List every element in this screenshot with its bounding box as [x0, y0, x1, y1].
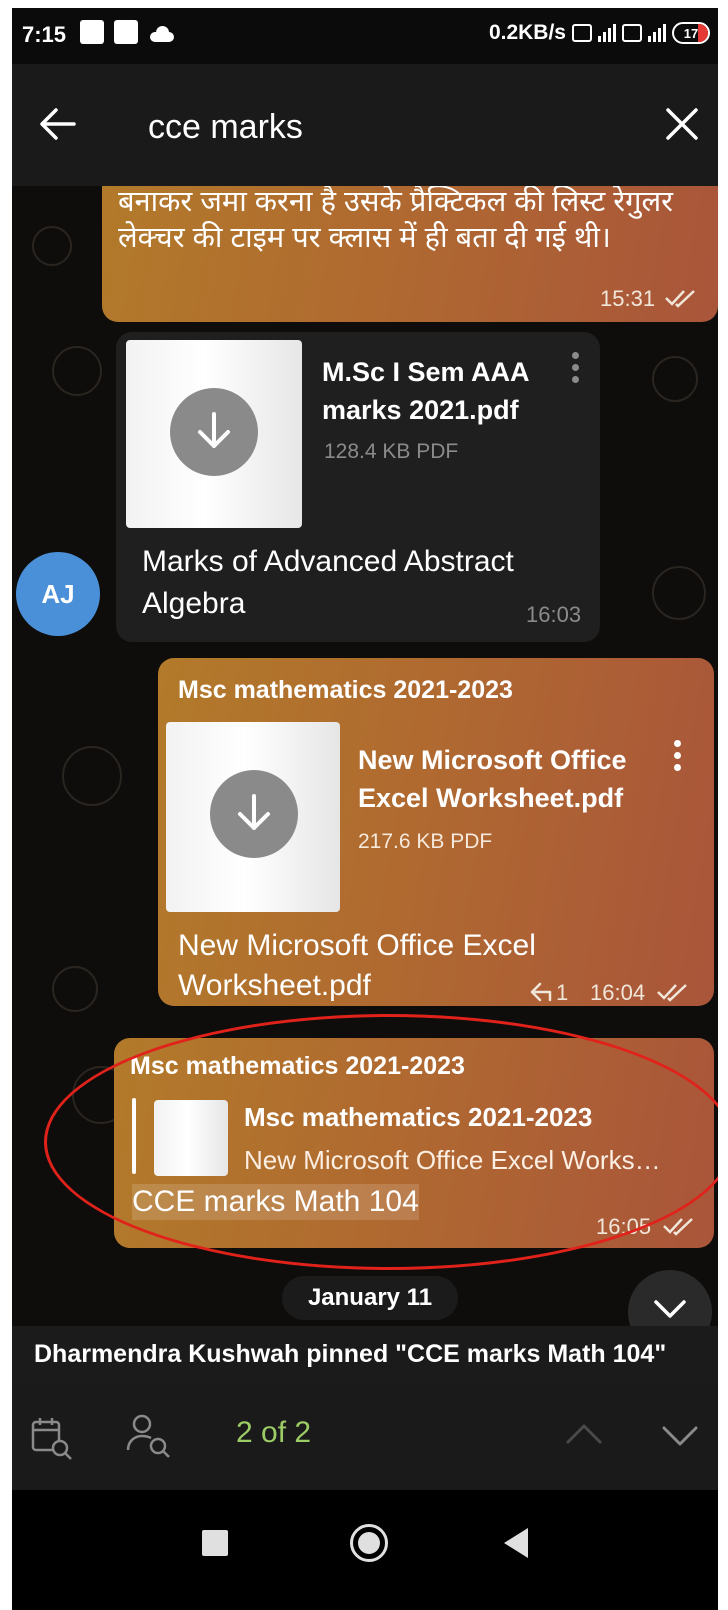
file-name: New Microsoft Office — [358, 745, 627, 775]
download-arrow-icon — [198, 412, 230, 448]
calendar-search-icon[interactable] — [30, 1416, 74, 1460]
chevron-up-icon[interactable] — [564, 1420, 604, 1448]
app-notification-icon — [114, 20, 138, 44]
download-button[interactable] — [210, 770, 298, 858]
recents-button[interactable] — [202, 1530, 228, 1556]
file-name: Excel Worksheet.pdf — [358, 783, 624, 813]
message-caption: Worksheet.pdf — [178, 969, 371, 1002]
chevron-down-icon[interactable] — [660, 1422, 700, 1450]
more-options-icon[interactable] — [572, 352, 580, 388]
navigation-bar — [12, 1490, 718, 1610]
file-name: M.Sc I Sem AAA — [322, 357, 530, 387]
more-options-icon[interactable] — [674, 740, 682, 776]
message-bubble-outgoing[interactable]: Msc mathematics 2021-2023 New Microsoft … — [158, 658, 714, 1006]
status-right-icons: 0.2KB/s 17 — [489, 21, 710, 45]
app-notification-icon — [80, 20, 104, 44]
file-size: 128.4 KB PDF — [324, 440, 459, 463]
signal-4g-icon — [648, 24, 666, 42]
back-button[interactable] — [504, 1528, 528, 1558]
status-time: 7:15 — [22, 22, 67, 47]
download-arrow-icon — [238, 794, 270, 830]
message-text: बनाकर जमा करना है उसके प्रैक्टिकल की लिस… — [118, 186, 673, 254]
status-left-icons — [80, 20, 176, 44]
background-doodle — [52, 966, 98, 1012]
reply-arrow-icon — [530, 982, 552, 1002]
close-icon[interactable] — [660, 102, 704, 146]
download-button[interactable] — [170, 388, 258, 476]
file-thumbnail[interactable] — [126, 340, 302, 528]
status-bar: 7:15 0.2KB/s 17 — [12, 8, 718, 64]
search-result-counter: 2 of 2 — [236, 1416, 312, 1449]
sender-name: Msc mathematics 2021-2023 — [178, 676, 513, 704]
chevron-down-icon — [654, 1300, 686, 1318]
search-header: cce marks — [12, 64, 718, 186]
pinned-notice-text: Dharmendra Kushwah pinned "CCE marks Mat… — [34, 1340, 667, 1368]
arrow-left-icon[interactable] — [38, 104, 78, 144]
cloud-icon — [148, 26, 176, 42]
file-thumbnail[interactable] — [166, 722, 340, 912]
double-check-icon — [665, 290, 695, 308]
double-check-icon — [663, 1218, 693, 1236]
avatar[interactable]: AJ — [16, 552, 100, 636]
double-check-icon — [657, 984, 687, 1002]
user-search-icon[interactable] — [124, 1412, 172, 1460]
background-doodle — [652, 356, 698, 402]
message-caption: New Microsoft Office Excel — [178, 929, 536, 962]
search-query[interactable]: cce marks — [148, 108, 303, 147]
message-bubble-incoming[interactable]: M.Sc I Sem AAA marks 2021.pdf 128.4 KB P… — [116, 332, 600, 642]
network-speed: 0.2KB/s — [488, 21, 566, 44]
volte-icon — [572, 24, 592, 42]
highlight-annotation — [44, 1014, 718, 1270]
pinned-notice[interactable]: Dharmendra Kushwah pinned "CCE marks Mat… — [12, 1326, 718, 1382]
battery-icon: 17 — [672, 22, 710, 44]
volte-icon — [622, 24, 642, 42]
background-doodle — [52, 346, 102, 396]
file-size: 217.6 KB PDF — [358, 830, 493, 853]
background-doodle — [32, 226, 72, 266]
signal-icon — [598, 24, 616, 42]
battery-level: 17 — [683, 25, 699, 41]
phone-screen: 7:15 0.2KB/s 17 cce marks बनाकर जमा करना… — [12, 8, 718, 1610]
message-time: 16:03 — [526, 602, 582, 627]
file-name: marks 2021.pdf — [322, 395, 519, 425]
message-bubble-outgoing[interactable]: बनाकर जमा करना है उसके प्रैक्टिकल की लिस… — [102, 186, 718, 322]
message-time: 15:31 — [600, 286, 656, 311]
date-separator: January 11 — [282, 1276, 458, 1320]
message-time: 16:04 — [590, 980, 646, 1005]
background-doodle — [652, 566, 706, 620]
message-caption: Algebra — [142, 587, 246, 620]
reply-count: 1 — [556, 980, 569, 1005]
background-doodle — [62, 746, 122, 806]
home-button[interactable] — [350, 1524, 388, 1562]
search-toolbar: 2 of 2 — [12, 1382, 718, 1490]
message-caption: Marks of Advanced Abstract — [142, 545, 514, 578]
